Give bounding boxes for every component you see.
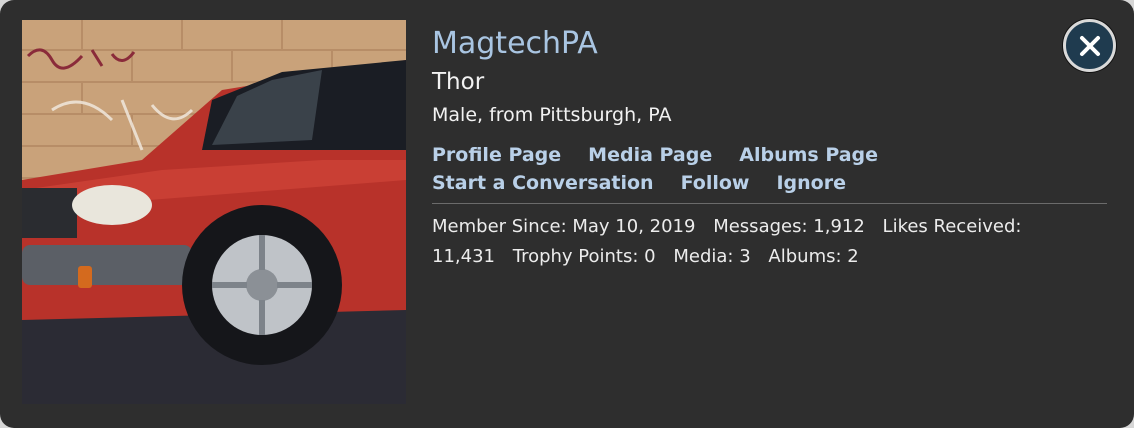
user-blurb: Male, from Pittsburgh, PA [432, 104, 672, 126]
stat-media: Media: 3 [673, 246, 750, 267]
stat-albums: Albums: 2 [768, 246, 858, 267]
close-icon [1079, 35, 1100, 56]
user-title: Thor [432, 69, 485, 95]
stat-member-since: Member Since: May 10, 2019 [432, 216, 695, 237]
member-info: MagtechPA Thor Male, from Pittsburgh, PA… [432, 22, 1112, 272]
stat-value: 2 [847, 246, 859, 267]
member-stats: Member Since: May 10, 2019 Messages: 1,9… [432, 212, 1072, 272]
stat-value: May 10, 2019 [572, 216, 696, 237]
username[interactable]: MagtechPA [432, 22, 1112, 66]
stat-value: 11,431 [432, 246, 495, 267]
avatar[interactable] [22, 20, 406, 404]
stat-label: Member Since: [432, 216, 567, 237]
stat-value: 3 [739, 246, 751, 267]
stat-value: 0 [644, 246, 656, 267]
stat-trophy-points: Trophy Points: 0 [513, 246, 656, 267]
stat-label: Likes Received: [882, 216, 1022, 237]
follow-link[interactable]: Follow [681, 169, 750, 197]
stat-messages: Messages: 1,912 [713, 216, 865, 237]
member-links: Profile Page Media Page Albums Page Star… [432, 141, 1107, 204]
profile-page-link[interactable]: Profile Page [432, 141, 561, 169]
start-conversation-link[interactable]: Start a Conversation [432, 169, 654, 197]
stat-value: 1,912 [813, 216, 865, 237]
member-card-overlay: MagtechPA Thor Male, from Pittsburgh, PA… [0, 0, 1134, 428]
stat-label: Trophy Points: [512, 246, 639, 267]
stat-label: Albums: [768, 246, 842, 267]
stat-label: Messages: [713, 216, 808, 237]
close-button[interactable] [1063, 19, 1116, 72]
albums-page-link[interactable]: Albums Page [739, 141, 878, 169]
stat-label: Media: [673, 246, 734, 267]
ignore-link[interactable]: Ignore [776, 169, 846, 197]
media-page-link[interactable]: Media Page [588, 141, 712, 169]
